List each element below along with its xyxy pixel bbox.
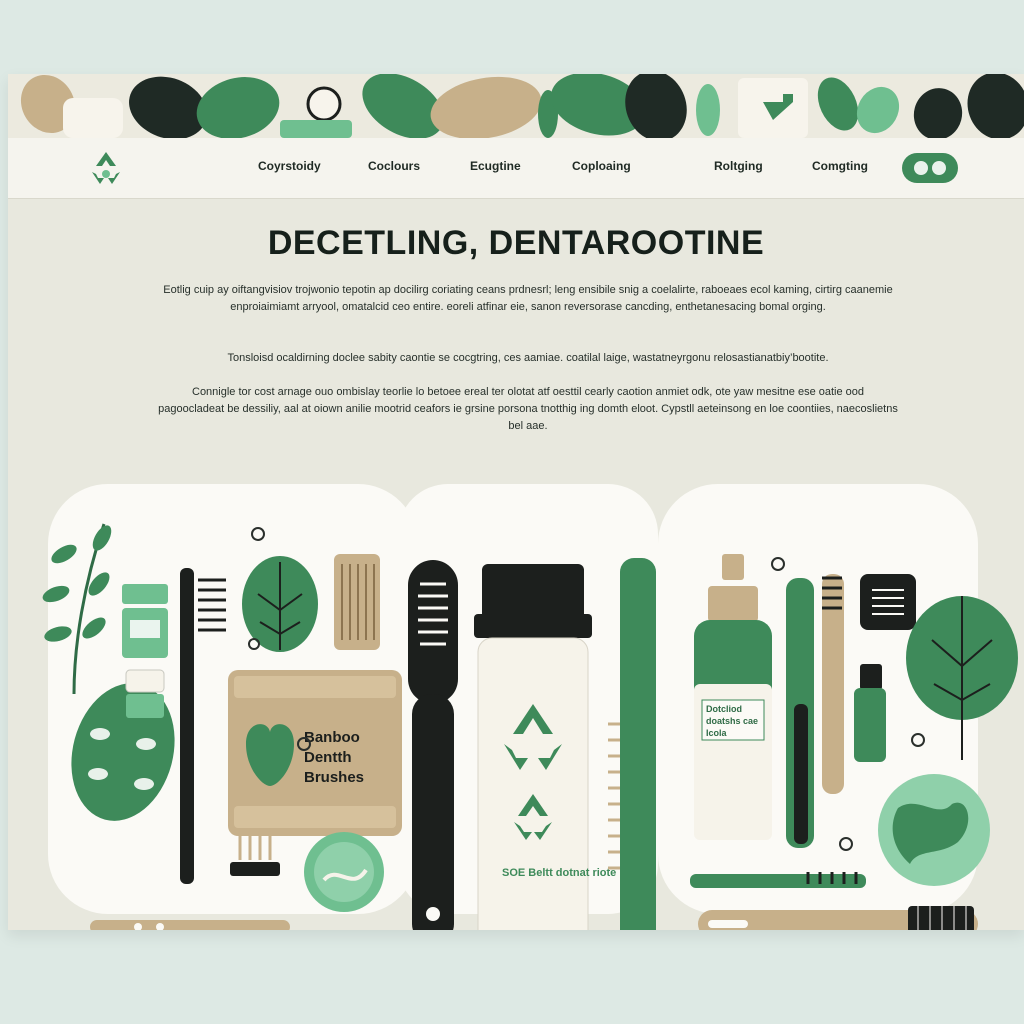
toothbrush-horizontal-green xyxy=(690,872,866,888)
nav-item-4[interactable]: Coploaing xyxy=(572,159,631,173)
black-jar xyxy=(860,574,916,630)
bamboo-comb xyxy=(334,554,380,650)
nav-item-2[interactable]: Coclours xyxy=(368,159,420,173)
soap-bar xyxy=(280,120,352,138)
product-illustration: Banboo Dentth Brushes SOE Beltt dotnat r… xyxy=(42,484,1018,930)
page: Coyrstoidy Coclours Ecugtine Coploaing R… xyxy=(8,74,1024,930)
floss-badge xyxy=(304,832,384,912)
nav-item-3[interactable]: Ecugtine xyxy=(470,159,521,173)
toggle-button[interactable] xyxy=(902,153,958,183)
toothbrush-large xyxy=(408,560,458,930)
intro-paragraph: Eotlig cuip ay oiftangvisiov trojwonio t… xyxy=(163,284,893,313)
toggle-dot-right xyxy=(932,161,946,175)
recycle-icon[interactable] xyxy=(86,148,126,188)
box-label-line3: Brushes xyxy=(304,769,364,786)
cup-shape xyxy=(63,98,123,138)
nav-item-6[interactable]: Comgting xyxy=(812,159,868,173)
body-paragraph: Tonsloisd ocaldirning doclee sabity caon… xyxy=(227,352,829,364)
leaf-icon xyxy=(242,556,318,652)
bamboo-brush-horizontal xyxy=(90,920,290,930)
toggle-dot-left xyxy=(914,161,928,175)
toothbrush-bamboo-vertical xyxy=(822,574,844,794)
globe-badge xyxy=(878,774,990,886)
leaf-icon xyxy=(306,86,342,122)
toothpaste-cap xyxy=(125,669,165,718)
leaf-banner xyxy=(8,74,1024,138)
nav-item-5[interactable]: Roltging xyxy=(714,159,763,173)
bamboo-box: Banboo Dentth Brushes xyxy=(228,670,402,836)
closing-paragraph: Connigle tor cost arnage ouo ombislay te… xyxy=(158,386,898,432)
nav-item-1[interactable]: Coyrstoidy xyxy=(258,159,321,173)
navbar: Coyrstoidy Coclours Ecugtine Coploaing R… xyxy=(8,138,1024,199)
spray-label-line2: doatshs cae xyxy=(706,716,758,726)
page-title: DECETLING, DENTAROOTINE xyxy=(267,224,765,262)
box-label-line2: Dentth xyxy=(304,749,352,766)
mint-bottle xyxy=(122,584,168,658)
leaf-icon xyxy=(696,84,720,136)
spray-label-line3: Icola xyxy=(706,728,728,738)
spray-label-line1: Dotcliod xyxy=(706,704,742,714)
toothbrush-green xyxy=(786,578,814,848)
tube-label: SOE Beltt dotnat riote xyxy=(502,867,616,879)
box-label-line1: Banboo xyxy=(304,729,360,746)
